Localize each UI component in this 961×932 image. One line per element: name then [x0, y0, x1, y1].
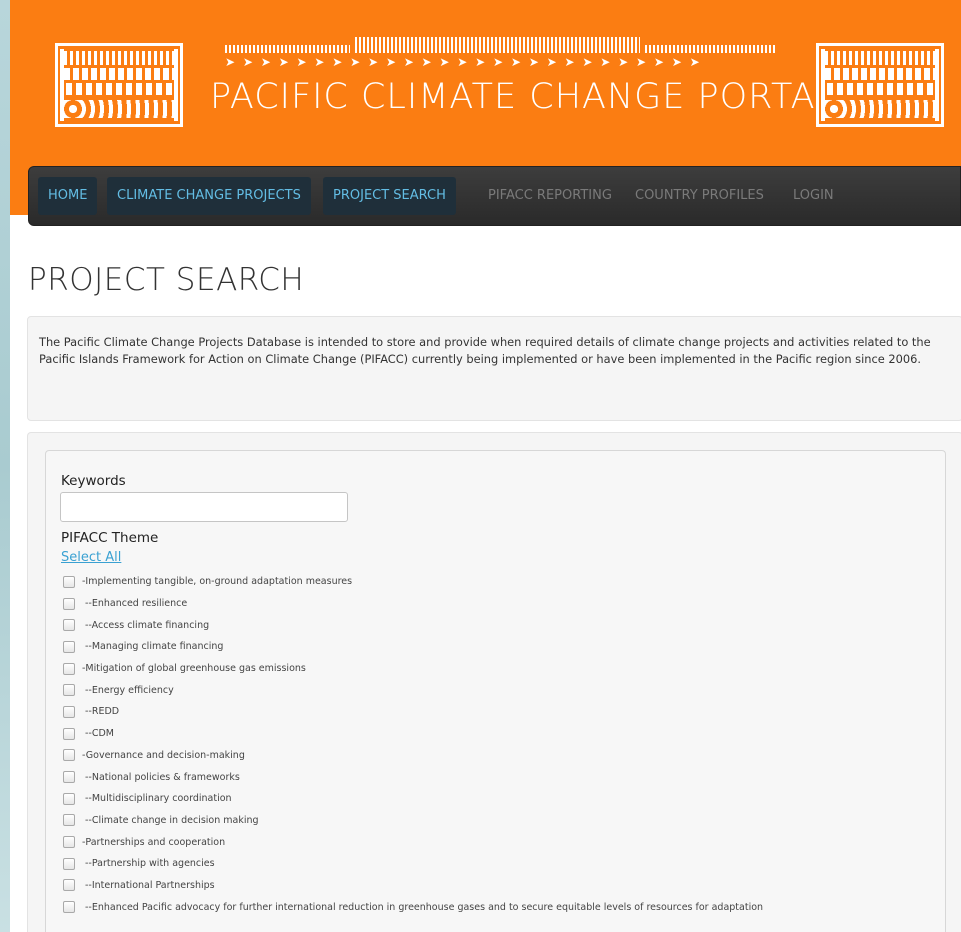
theme-checkbox[interactable]: [63, 727, 75, 740]
theme-option[interactable]: --Access climate financing: [63, 614, 943, 636]
theme-option-label: --Energy efficiency: [85, 684, 174, 696]
theme-option[interactable]: --Enhanced Pacific advocacy for further …: [63, 896, 943, 918]
site-title-block: ➤ ➤ ➤ ➤ ➤ ➤ ➤ ➤ ➤ ➤ ➤ ➤ ➤ ➤ ➤ ➤ ➤ ➤ ➤ ➤ …: [210, 37, 835, 137]
theme-checkbox[interactable]: [63, 705, 75, 718]
page-title: PROJECT SEARCH: [28, 262, 305, 298]
theme-option-label: --Multidisciplinary coordination: [85, 793, 232, 805]
theme-option-label: --Enhanced Pacific advocacy for further …: [85, 901, 764, 913]
theme-option[interactable]: --National policies & frameworks: [63, 766, 943, 788]
theme-option-label: -Implementing tangible, on-ground adapta…: [82, 576, 353, 588]
theme-option-label: --CDM: [85, 728, 115, 740]
theme-option[interactable]: --Enhanced resilience: [63, 593, 943, 615]
nav-login[interactable]: LOGIN: [783, 177, 844, 215]
theme-option-label: --Climate change in decision making: [85, 814, 259, 826]
theme-option-label: --Enhanced resilience: [85, 598, 188, 610]
background-left: [0, 0, 10, 932]
page: ➤ ➤ ➤ ➤ ➤ ➤ ➤ ➤ ➤ ➤ ➤ ➤ ➤ ➤ ➤ ➤ ➤ ➤ ➤ ➤ …: [10, 0, 961, 932]
theme-option-label: --International Partnerships: [85, 879, 215, 891]
nav-home[interactable]: HOME: [38, 177, 98, 215]
site-title[interactable]: PACIFIC CLIMATE CHANGE PORTAL: [210, 77, 835, 117]
theme-option-label: --Access climate financing: [85, 619, 210, 631]
theme-option[interactable]: --REDD: [63, 701, 943, 723]
left-tapa-logo-icon: [55, 43, 183, 127]
title-decoration-icon: [355, 37, 640, 53]
theme-option[interactable]: -Partnerships and cooperation: [63, 831, 943, 853]
right-tapa-logo-icon: [816, 43, 944, 127]
title-decoration-icon: [225, 45, 350, 53]
theme-checkbox[interactable]: [63, 792, 75, 805]
theme-option[interactable]: --International Partnerships: [63, 875, 943, 897]
theme-checkbox[interactable]: [63, 684, 75, 697]
nav-climate-change-projects[interactable]: CLIMATE CHANGE PROJECTS: [107, 177, 311, 215]
theme-option[interactable]: --CDM: [63, 723, 943, 745]
theme-checkbox[interactable]: [63, 640, 75, 653]
theme-option-label: --Partnership with agencies: [85, 858, 215, 870]
theme-option-label: --REDD: [85, 706, 120, 718]
theme-option-label: -Governance and decision-making: [82, 749, 245, 761]
nav-project-search[interactable]: PROJECT SEARCH: [323, 177, 456, 215]
theme-option[interactable]: -Mitigation of global greenhouse gas emi…: [63, 658, 943, 680]
theme-checkbox[interactable]: [63, 901, 75, 914]
select-all-link[interactable]: Select All: [61, 550, 121, 565]
pifacc-theme-label: PIFACC Theme: [61, 530, 159, 546]
main-navbar: HOME CLIMATE CHANGE PROJECTS PROJECT SEA…: [28, 166, 961, 226]
theme-checkbox[interactable]: [63, 879, 75, 892]
theme-option-label: --Managing climate financing: [85, 641, 224, 653]
theme-option[interactable]: --Managing climate financing: [63, 636, 943, 658]
theme-option-label: -Partnerships and cooperation: [82, 836, 226, 848]
theme-option[interactable]: --Climate change in decision making: [63, 810, 943, 832]
theme-checkbox[interactable]: [63, 771, 75, 784]
theme-option[interactable]: --Partnership with agencies: [63, 853, 943, 875]
arrow-decoration-icon: ➤ ➤ ➤ ➤ ➤ ➤ ➤ ➤ ➤ ➤ ➤ ➤ ➤ ➤ ➤ ➤ ➤ ➤ ➤ ➤ …: [225, 56, 702, 68]
nav-country-profiles[interactable]: COUNTRY PROFILES: [625, 177, 774, 215]
theme-option[interactable]: -Implementing tangible, on-ground adapta…: [63, 571, 943, 593]
theme-checkbox[interactable]: [63, 662, 75, 675]
search-form: Keywords PIFACC Theme Select All -Implem…: [45, 450, 946, 932]
title-decoration-icon: [645, 45, 775, 53]
keywords-label: Keywords: [61, 473, 126, 489]
theme-checkbox[interactable]: [63, 619, 75, 632]
theme-checkbox[interactable]: [63, 597, 75, 610]
theme-option[interactable]: -Governance and decision-making: [63, 745, 943, 767]
theme-option[interactable]: --Energy efficiency: [63, 679, 943, 701]
theme-checkbox-list: -Implementing tangible, on-ground adapta…: [63, 571, 943, 918]
nav-pifacc-reporting[interactable]: PIFACC REPORTING: [478, 177, 622, 215]
keywords-input[interactable]: [60, 492, 348, 522]
theme-option-label: --National policies & frameworks: [85, 771, 240, 783]
theme-checkbox[interactable]: [63, 857, 75, 870]
theme-option[interactable]: --Multidisciplinary coordination: [63, 788, 943, 810]
theme-checkbox[interactable]: [63, 749, 75, 762]
theme-checkbox[interactable]: [63, 836, 75, 849]
theme-option-label: -Mitigation of global greenhouse gas emi…: [82, 663, 306, 675]
theme-checkbox[interactable]: [63, 575, 75, 588]
intro-text: The Pacific Climate Change Projects Data…: [39, 335, 931, 366]
search-panel: Keywords PIFACC Theme Select All -Implem…: [27, 432, 961, 932]
intro-panel: The Pacific Climate Change Projects Data…: [27, 316, 961, 421]
theme-checkbox[interactable]: [63, 814, 75, 827]
